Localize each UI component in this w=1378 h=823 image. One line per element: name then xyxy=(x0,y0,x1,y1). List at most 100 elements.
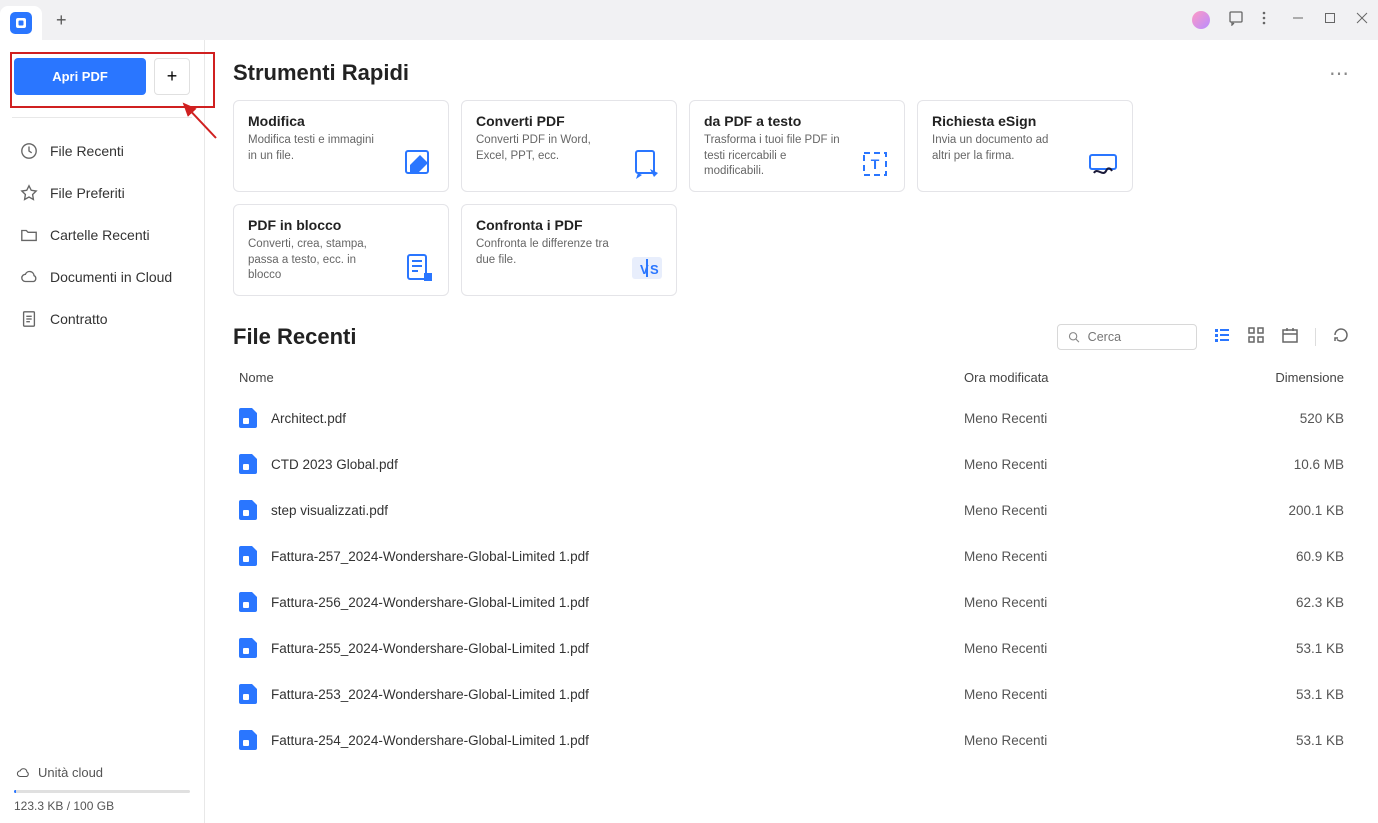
file-date: Meno Recenti xyxy=(964,733,1224,748)
file-date: Meno Recenti xyxy=(964,411,1224,426)
nav-recent-folders[interactable]: Cartelle Recenti xyxy=(14,214,190,256)
file-date: Meno Recenti xyxy=(964,549,1224,564)
nav-label: File Preferiti xyxy=(50,185,125,201)
tool-icon: T xyxy=(858,147,892,181)
nav-label: Cartelle Recenti xyxy=(50,227,150,243)
col-date[interactable]: Ora modificata xyxy=(964,370,1224,385)
file-name: Fattura-255_2024-Wondershare-Global-Limi… xyxy=(271,641,964,656)
clock-icon xyxy=(20,142,38,160)
open-pdf-button[interactable]: Apri PDF xyxy=(14,58,146,95)
tool-icon xyxy=(630,147,664,181)
app-home-tab[interactable] xyxy=(0,6,42,40)
document-icon xyxy=(20,310,38,328)
divider xyxy=(1315,328,1316,346)
file-date: Meno Recenti xyxy=(964,503,1224,518)
file-date: Meno Recenti xyxy=(964,595,1224,610)
file-size: 10.6 MB xyxy=(1224,457,1344,472)
pdf-file-icon xyxy=(239,454,257,474)
view-list-icon[interactable] xyxy=(1213,326,1231,349)
file-size: 60.9 KB xyxy=(1224,549,1344,564)
minimize-icon[interactable] xyxy=(1292,11,1304,29)
pdf-file-icon xyxy=(239,638,257,658)
nav-favorite-files[interactable]: File Preferiti xyxy=(14,172,190,214)
pdf-file-icon xyxy=(239,500,257,520)
user-avatar-icon[interactable] xyxy=(1192,11,1210,29)
quick-tools-more-button[interactable]: ⋯ xyxy=(1329,61,1350,86)
tool-card-esign[interactable]: Richiesta eSignInvia un documento ad alt… xyxy=(917,100,1133,192)
tool-title: Richiesta eSign xyxy=(932,113,1118,129)
file-date: Meno Recenti xyxy=(964,687,1224,702)
folder-icon xyxy=(20,226,38,244)
file-row[interactable]: Fattura-257_2024-Wondershare-Global-Limi… xyxy=(233,533,1350,579)
tool-card-edit[interactable]: ModificaModifica testi e immagini in un … xyxy=(233,100,449,192)
tool-title: Modifica xyxy=(248,113,434,129)
divider xyxy=(12,117,192,118)
file-table-header: Nome Ora modificata Dimensione xyxy=(233,360,1350,395)
maximize-icon[interactable] xyxy=(1324,11,1336,29)
view-grid-icon[interactable] xyxy=(1247,326,1265,349)
refresh-icon[interactable] xyxy=(1332,326,1350,349)
view-calendar-icon[interactable] xyxy=(1281,326,1299,349)
recent-files-title: File Recenti xyxy=(233,324,356,350)
col-name[interactable]: Nome xyxy=(239,370,964,385)
file-name: Fattura-254_2024-Wondershare-Global-Limi… xyxy=(271,733,964,748)
file-size: 53.1 KB xyxy=(1224,641,1344,656)
cloud-storage-row[interactable]: Unità cloud xyxy=(14,759,190,786)
file-row[interactable]: Fattura-256_2024-Wondershare-Global-Limi… xyxy=(233,579,1350,625)
tool-card-compare[interactable]: Confronta i PDFConfronta le differenze t… xyxy=(461,204,677,296)
tool-title: Confronta i PDF xyxy=(476,217,662,233)
file-name: Fattura-253_2024-Wondershare-Global-Limi… xyxy=(271,687,964,702)
pdf-file-icon xyxy=(239,684,257,704)
tool-icon xyxy=(1086,147,1120,181)
menu-dots-icon[interactable] xyxy=(1262,10,1266,31)
file-row[interactable]: Fattura-253_2024-Wondershare-Global-Limi… xyxy=(233,671,1350,717)
svg-text:S: S xyxy=(650,262,659,277)
tool-card-pdf-to-text[interactable]: da PDF a testoTrasforma i tuoi file PDF … xyxy=(689,100,905,192)
file-name: step visualizzati.pdf xyxy=(271,503,964,518)
pdf-file-icon xyxy=(239,730,257,750)
file-row[interactable]: step visualizzati.pdfMeno Recenti200.1 K… xyxy=(233,487,1350,533)
file-row[interactable]: CTD 2023 Global.pdfMeno Recenti10.6 MB xyxy=(233,441,1350,487)
tool-icon xyxy=(402,251,436,285)
cloud-label: Unità cloud xyxy=(38,765,103,780)
tool-title: da PDF a testo xyxy=(704,113,890,129)
feedback-icon[interactable] xyxy=(1228,10,1244,31)
file-row[interactable]: Architect.pdfMeno Recenti520 KB xyxy=(233,395,1350,441)
search-box[interactable] xyxy=(1057,324,1197,350)
nav-contract[interactable]: Contratto xyxy=(14,298,190,340)
file-name: Fattura-257_2024-Wondershare-Global-Limi… xyxy=(271,549,964,564)
file-size: 62.3 KB xyxy=(1224,595,1344,610)
tool-icon: VS xyxy=(630,251,664,285)
cloud-icon xyxy=(16,766,30,780)
quick-tools-grid: ModificaModifica testi e immagini in un … xyxy=(233,100,1350,296)
file-name: CTD 2023 Global.pdf xyxy=(271,457,964,472)
star-icon xyxy=(20,184,38,202)
pdf-file-icon xyxy=(239,592,257,612)
file-size: 53.1 KB xyxy=(1224,687,1344,702)
svg-text:T: T xyxy=(871,156,880,172)
storage-progress-bar xyxy=(14,790,190,793)
pdf-file-icon xyxy=(239,408,257,428)
file-list: Architect.pdfMeno Recenti520 KBCTD 2023 … xyxy=(233,395,1350,763)
file-row[interactable]: Fattura-254_2024-Wondershare-Global-Limi… xyxy=(233,717,1350,763)
search-input[interactable] xyxy=(1088,330,1186,344)
titlebar: + xyxy=(0,0,1378,40)
close-icon[interactable] xyxy=(1356,11,1368,29)
tool-card-convert[interactable]: Converti PDFConverti PDF in Word, Excel,… xyxy=(461,100,677,192)
tool-title: Converti PDF xyxy=(476,113,662,129)
file-date: Meno Recenti xyxy=(964,641,1224,656)
nav-cloud-documents[interactable]: Documenti in Cloud xyxy=(14,256,190,298)
quick-tools-title: Strumenti Rapidi xyxy=(233,60,409,86)
create-pdf-button[interactable]: + xyxy=(154,58,190,95)
tool-title: PDF in blocco xyxy=(248,217,434,233)
nav-recent-files[interactable]: File Recenti xyxy=(14,130,190,172)
file-row[interactable]: Fattura-255_2024-Wondershare-Global-Limi… xyxy=(233,625,1350,671)
file-size: 520 KB xyxy=(1224,411,1344,426)
cloud-icon xyxy=(20,268,38,286)
file-date: Meno Recenti xyxy=(964,457,1224,472)
nav-label: File Recenti xyxy=(50,143,124,159)
tool-card-batch[interactable]: PDF in bloccoConverti, crea, stampa, pas… xyxy=(233,204,449,296)
new-tab-button[interactable]: + xyxy=(42,4,81,37)
nav-label: Contratto xyxy=(50,311,108,327)
col-size[interactable]: Dimensione xyxy=(1224,370,1344,385)
